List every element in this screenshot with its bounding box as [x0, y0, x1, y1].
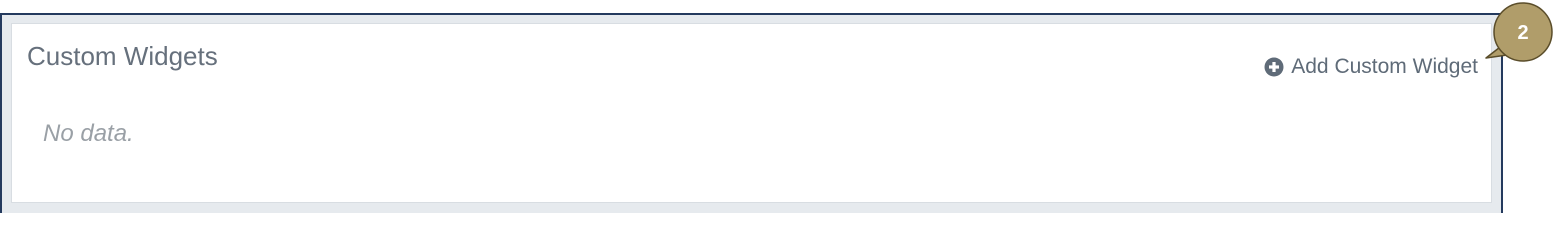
custom-widgets-panel: Custom Widgets Add Custom Widget No data… — [11, 23, 1492, 203]
panel-title: Custom Widgets — [27, 41, 218, 71]
empty-state-message: No data. — [43, 120, 134, 147]
widget-panel-frame: Custom Widgets Add Custom Widget No data… — [0, 13, 1503, 213]
step-callout-badge: 2 — [1485, 2, 1553, 62]
callout-number: 2 — [1517, 22, 1528, 44]
add-custom-widget-label: Add Custom Widget — [1291, 55, 1478, 78]
plus-circle-icon — [1264, 57, 1284, 77]
add-custom-widget-button[interactable]: Add Custom Widget — [1264, 55, 1478, 79]
